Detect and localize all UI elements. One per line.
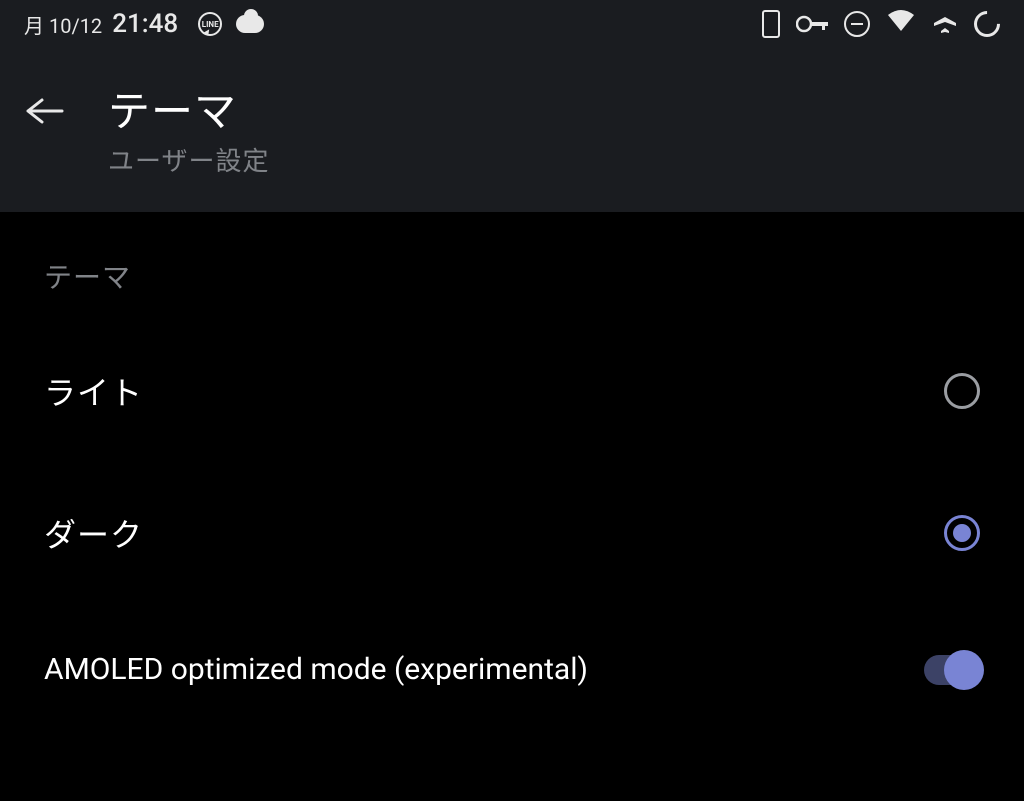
page-header: テーマ ユーザー設定	[0, 48, 1024, 212]
status-date: 月 10/12	[24, 10, 102, 39]
amoled-option[interactable]: AMOLED optimized mode (experimental)	[0, 604, 1024, 735]
do-not-disturb-icon	[844, 11, 870, 37]
status-bar: 月 10/12 21:48 LINE	[0, 0, 1024, 48]
back-button[interactable]	[24, 96, 64, 130]
vpn-key-icon	[796, 15, 828, 33]
page-subtitle: ユーザー設定	[108, 141, 269, 178]
option-label-dark: ダーク	[44, 510, 143, 556]
loading-spinner-icon	[969, 6, 1006, 43]
option-label-amoled: AMOLED optimized mode (experimental)	[44, 652, 588, 687]
section-header-theme: テーマ	[0, 212, 1024, 320]
theme-option-light[interactable]: ライト	[0, 320, 1024, 462]
radio-button-dark[interactable]	[944, 515, 980, 551]
page-title: テーマ	[108, 78, 269, 139]
line-app-icon: LINE	[198, 12, 222, 36]
radio-button-light[interactable]	[944, 373, 980, 409]
option-label-light: ライト	[44, 368, 143, 414]
status-right	[762, 8, 1000, 40]
content-area: テーマ ライト ダーク AMOLED optimized mode (exper…	[0, 212, 1024, 735]
status-left: 月 10/12 21:48 LINE	[24, 9, 264, 39]
airplane-mode-icon	[932, 8, 958, 40]
cloud-icon	[236, 15, 264, 33]
phone-icon	[762, 10, 780, 38]
header-titles: テーマ ユーザー設定	[108, 78, 269, 178]
status-time: 21:48	[112, 9, 178, 39]
toggle-switch-amoled[interactable]	[924, 655, 980, 685]
wifi-icon	[886, 9, 916, 39]
theme-option-dark[interactable]: ダーク	[0, 462, 1024, 604]
